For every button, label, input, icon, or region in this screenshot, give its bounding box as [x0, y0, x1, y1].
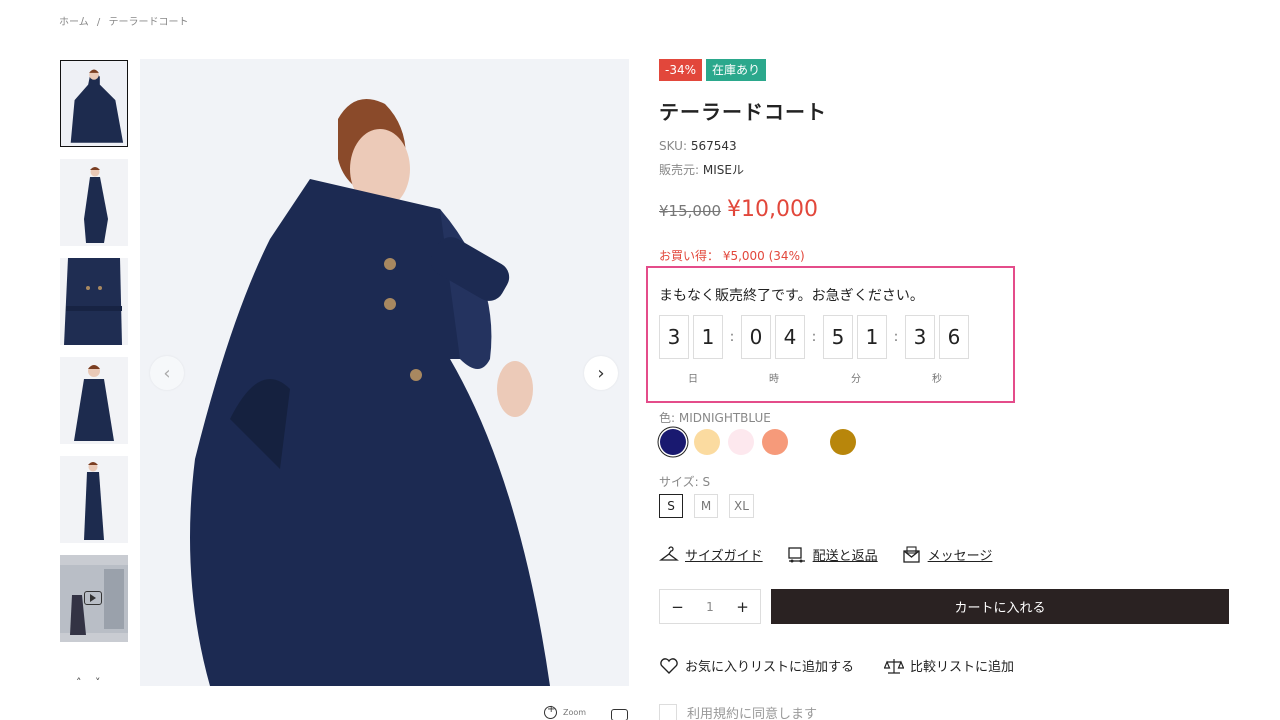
thumbnail-list: [60, 60, 128, 654]
message-label: メッセージ: [927, 549, 993, 564]
color-label-text: 色:: [659, 411, 676, 425]
sale-price: ¥10,000: [727, 197, 819, 222]
countdown-digits: 3 1 : 0 4 : 5 1 : 3 6: [659, 315, 973, 359]
seconds-digit: 6: [939, 315, 969, 359]
thumbnail-2[interactable]: [60, 159, 128, 246]
swatch-wheat[interactable]: [694, 429, 720, 455]
countdown-separator: :: [893, 329, 899, 345]
info-links: サイズガイド 配送と返品 メッセージ: [659, 545, 992, 564]
swatch-white[interactable]: [796, 429, 822, 455]
size-options: S M XL: [659, 494, 754, 518]
thumbnail-5[interactable]: [60, 456, 128, 543]
thumb-up-icon[interactable]: ˄: [76, 676, 82, 689]
message-link[interactable]: メッセージ: [902, 545, 993, 564]
thumbnail-1[interactable]: [60, 60, 128, 147]
product-title: テーラードコート: [659, 100, 827, 124]
swatch-salmon[interactable]: [762, 429, 788, 455]
size-option-xl[interactable]: XL: [729, 494, 754, 518]
shipping-link[interactable]: 配送と返品: [787, 545, 878, 564]
size-option-m[interactable]: M: [694, 494, 718, 518]
hanger-icon: [659, 545, 679, 561]
breadcrumb-home[interactable]: ホーム: [59, 17, 89, 28]
quantity-input[interactable]: 1: [706, 600, 714, 614]
quantity-minus-button[interactable]: −: [671, 598, 684, 616]
savings-text: お買い得： ¥5,000 (34%): [659, 249, 805, 263]
size-option-s[interactable]: S: [659, 494, 683, 518]
unit-seconds: 秒: [932, 374, 942, 385]
breadcrumb-separator: /: [96, 17, 101, 28]
hours-digit: 0: [741, 315, 771, 359]
chevron-left-icon: ‹: [163, 362, 171, 384]
wishlist-compare-row: お気に入りリストに追加する 比較リストに追加: [659, 656, 1014, 675]
quantity-stepper: − 1 +: [659, 589, 761, 624]
badges: -34% 在庫あり: [659, 59, 767, 81]
minutes-digit: 1: [857, 315, 887, 359]
size-selected: S: [702, 475, 711, 489]
size-label: サイズ: S: [659, 473, 710, 490]
vendor-value[interactable]: MISEル: [703, 163, 744, 177]
add-to-compare-link[interactable]: 比較リストに追加: [884, 656, 1014, 675]
sku-value: 567543: [690, 139, 737, 153]
unit-minutes: 分: [851, 374, 861, 385]
sku-row: SKU: 567543: [659, 139, 737, 153]
shipping-label: 配送と返品: [812, 549, 878, 564]
thumb-down-icon[interactable]: ˅: [95, 676, 101, 689]
vendor-label: 販売元:: [659, 163, 700, 177]
sku-label: SKU:: [659, 139, 687, 153]
prev-image-button[interactable]: ‹: [150, 356, 184, 390]
size-guide-label: サイズガイド: [685, 549, 763, 564]
thumbnail-3[interactable]: [60, 258, 128, 345]
swatch-darkgoldenrod[interactable]: [830, 429, 856, 455]
scale-icon: [884, 658, 905, 674]
unit-days: 日: [688, 374, 698, 385]
minutes-digit: 5: [823, 315, 853, 359]
color-label: 色: MIDNIGHTBLUE: [659, 409, 771, 426]
zoom-label: Zoom: [563, 708, 587, 717]
video-icon[interactable]: [611, 709, 628, 720]
countdown-separator: :: [729, 329, 735, 345]
days-digit: 3: [659, 315, 689, 359]
countdown-message: まもなく販売終了です。お急ぎください。: [659, 288, 924, 304]
unit-hours: 時: [769, 374, 779, 385]
countdown-separator: :: [811, 329, 817, 345]
size-guide-link[interactable]: サイズガイド: [659, 545, 763, 564]
chevron-right-icon: ›: [597, 362, 605, 384]
breadcrumb-current: テーラードコート: [108, 17, 189, 28]
wishlist-label: お気に入りリストに追加する: [685, 660, 855, 675]
shipping-icon: [787, 546, 805, 562]
days-digit: 1: [693, 315, 723, 359]
swatch-midnightblue[interactable]: [660, 429, 686, 455]
zoom-button[interactable]: Zoom: [544, 704, 587, 719]
compare-label: 比較リストに追加: [910, 660, 1015, 675]
play-icon: [84, 591, 102, 605]
old-price: ¥15,000: [659, 202, 722, 220]
thumbnail-video[interactable]: [60, 555, 128, 642]
thumbnail-nav: ˄ ˅: [76, 676, 111, 689]
countdown-timer: まもなく販売終了です。お急ぎください。 3 1 : 0 4 : 5 1 : 3 …: [646, 266, 1015, 403]
add-to-wishlist-link[interactable]: お気に入りリストに追加する: [659, 656, 854, 675]
vendor-row: 販売元: MISEル: [659, 161, 744, 178]
breadcrumb: ホーム / テーラードコート: [59, 13, 193, 28]
next-image-button[interactable]: ›: [584, 356, 618, 390]
terms-label: 利用規約に同意します: [687, 707, 818, 720]
zoom-icon: [544, 704, 557, 719]
terms-checkbox[interactable]: [659, 703, 677, 720]
main-product-image[interactable]: [140, 59, 629, 686]
color-selected: MIDNIGHTBLUE: [678, 411, 771, 425]
thumbnail-4[interactable]: [60, 357, 128, 444]
swatch-lavenderblush[interactable]: [728, 429, 754, 455]
seconds-digit: 3: [905, 315, 935, 359]
mail-icon: [902, 545, 920, 563]
discount-badge: -34%: [659, 59, 703, 81]
quantity-plus-button[interactable]: +: [736, 598, 749, 616]
size-label-text: サイズ:: [659, 475, 699, 489]
terms-row: 利用規約に同意します: [659, 703, 817, 720]
hours-digit: 4: [775, 315, 805, 359]
stock-badge: 在庫あり: [706, 59, 767, 81]
heart-icon: [660, 657, 678, 674]
price-row: ¥15,000 ¥10,000: [659, 197, 818, 222]
add-to-cart-button[interactable]: カートに入れる: [771, 589, 1229, 624]
